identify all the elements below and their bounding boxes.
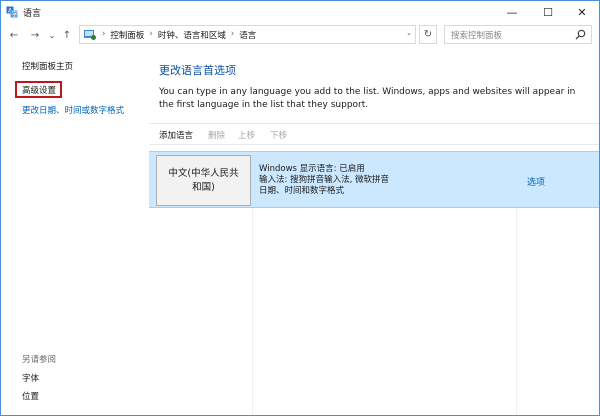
breadcrumb-clock-language-region[interactable]: 时钟、语言和区域 bbox=[158, 29, 226, 41]
search-input[interactable]: 搜索控制面板 bbox=[444, 25, 592, 44]
add-language-button[interactable]: 添加语言 bbox=[159, 129, 193, 141]
window-title: 语言 bbox=[23, 9, 42, 19]
recent-locations-button[interactable]: ⌄ bbox=[45, 27, 59, 43]
language-display-status: Windows 显示语言: 已启用 bbox=[259, 164, 365, 174]
list-divider bbox=[252, 208, 253, 415]
address-dropdown-icon[interactable]: ⌄ bbox=[406, 29, 412, 37]
refresh-button[interactable]: ↻ bbox=[419, 25, 437, 44]
sidebar-item-change-date-time-format[interactable]: 更改日期、时间或数字格式 bbox=[22, 104, 124, 116]
sidebar-item-advanced-settings[interactable]: 高级设置 bbox=[22, 84, 56, 96]
move-up-button[interactable]: 上移 bbox=[238, 129, 255, 141]
close-button[interactable]: ✕ bbox=[565, 1, 599, 23]
maximize-button[interactable]: ☐ bbox=[531, 1, 565, 23]
language-name-button[interactable]: 中文(中华人民共和国) bbox=[156, 155, 251, 206]
see-also-location-link[interactable]: 位置 bbox=[22, 390, 39, 402]
up-button[interactable]: ↑ bbox=[60, 27, 74, 43]
back-button[interactable]: ← bbox=[7, 27, 21, 43]
move-down-button[interactable]: 下移 bbox=[270, 129, 287, 141]
language-window: A 字 语言 — ☐ ✕ ← → ⌄ ↑ › 控制面板 › 时钟、语言和区域 › bbox=[0, 0, 600, 416]
search-placeholder: 搜索控制面板 bbox=[451, 31, 503, 41]
navigation-bar: ← → ⌄ ↑ › 控制面板 › 时钟、语言和区域 › 语言 ⌄ ↻ 搜索控制面… bbox=[1, 23, 599, 47]
svg-text:字: 字 bbox=[12, 11, 18, 19]
sidebar-item-control-panel-home[interactable]: 控制面板主页 bbox=[22, 60, 73, 72]
see-also-heading: 另请参阅 bbox=[22, 355, 57, 365]
forward-button[interactable]: → bbox=[28, 27, 42, 43]
breadcrumb-separator: › bbox=[230, 29, 235, 39]
minimize-button[interactable]: — bbox=[495, 1, 529, 23]
see-also-fonts-link[interactable]: 字体 bbox=[22, 372, 39, 384]
language-app-icon: A 字 bbox=[6, 6, 18, 18]
list-divider bbox=[516, 208, 517, 415]
breadcrumb-separator: › bbox=[102, 29, 106, 39]
language-options-link[interactable]: 选项 bbox=[527, 175, 545, 188]
language-format-info: 日期、时间和数字格式 bbox=[259, 186, 345, 196]
page-title: 更改语言首选项 bbox=[159, 64, 236, 77]
remove-language-button[interactable]: 删除 bbox=[208, 129, 225, 141]
breadcrumb-separator: › bbox=[149, 29, 153, 39]
page-description: You can type in any language you add to … bbox=[159, 87, 576, 110]
language-list-item[interactable]: 中文(中华人民共和国) Windows 显示语言: 已启用 输入法: 搜狗拼音输… bbox=[149, 151, 599, 208]
language-toolbar: 添加语言 删除 上移 下移 bbox=[149, 123, 599, 145]
title-bar: A 字 语言 — ☐ ✕ bbox=[1, 1, 599, 23]
language-input-methods: 输入法: 搜狗拼音输入法, 微软拼音 bbox=[259, 175, 389, 185]
search-icon[interactable] bbox=[575, 29, 586, 40]
control-panel-icon bbox=[84, 30, 96, 40]
address-bar[interactable]: › 控制面板 › 时钟、语言和区域 › 语言 ⌄ bbox=[79, 25, 416, 44]
breadcrumb: › 控制面板 › 时钟、语言和区域 › 语言 bbox=[102, 29, 256, 41]
language-info: Windows 显示语言: 已启用 输入法: 搜狗拼音输入法, 微软拼音 日期、… bbox=[259, 164, 389, 197]
breadcrumb-control-panel[interactable]: 控制面板 bbox=[110, 29, 144, 41]
breadcrumb-language[interactable]: 语言 bbox=[239, 29, 256, 41]
left-navigation-pane: 控制面板主页 高级设置 更改日期、时间或数字格式 另请参阅 字体 位置 bbox=[1, 48, 149, 416]
